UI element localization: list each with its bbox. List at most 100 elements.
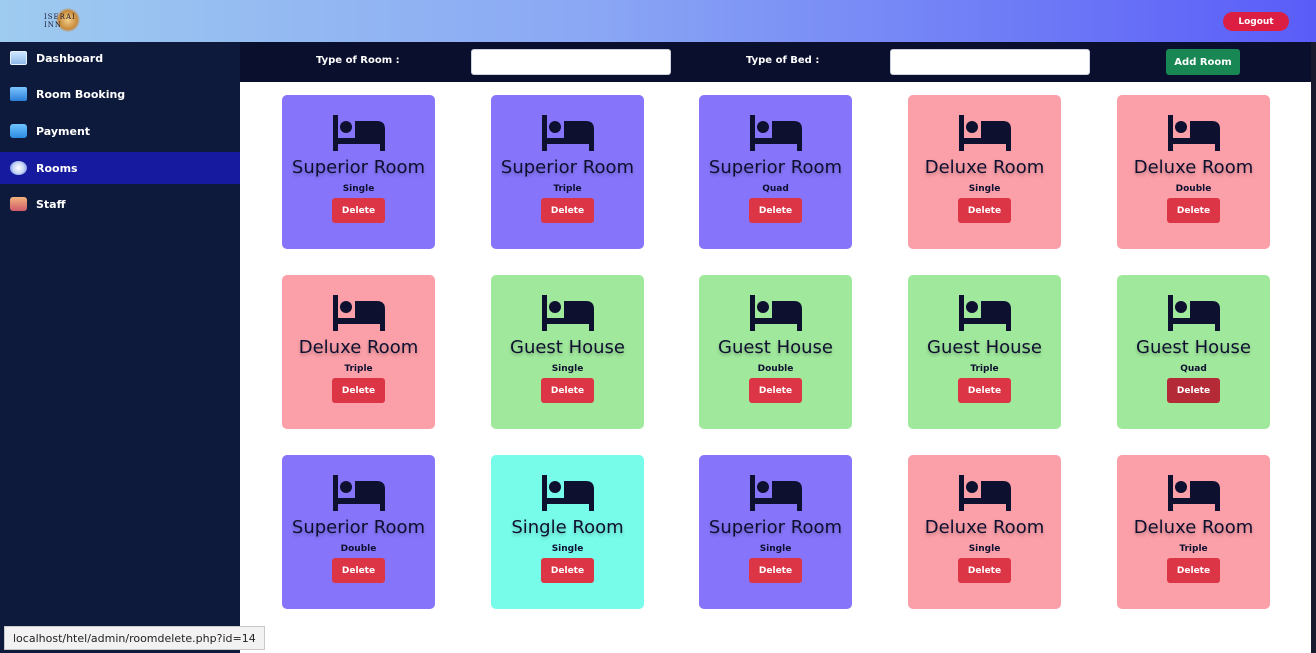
delete-button[interactable]: Delete bbox=[749, 198, 802, 223]
room-card: Superior Room Single Delete bbox=[282, 95, 435, 249]
sidebar-item-label: Rooms bbox=[36, 161, 78, 175]
people-icon bbox=[10, 197, 27, 211]
bed-icon bbox=[540, 293, 596, 333]
laptop-icon bbox=[10, 87, 27, 101]
bed-type-text: Triple bbox=[344, 364, 373, 374]
logout-button[interactable]: Logout bbox=[1223, 12, 1289, 31]
browser-status-url: localhost/htel/admin/roomdelete.php?id=1… bbox=[4, 626, 265, 650]
room-card: Deluxe Room Single Delete bbox=[908, 95, 1061, 249]
monitor-icon bbox=[10, 51, 27, 65]
delete-button[interactable]: Delete bbox=[958, 558, 1011, 583]
sidebar-item-label: Staff bbox=[36, 197, 66, 211]
bed-type-text: Triple bbox=[970, 364, 999, 374]
logo[interactable]: ISERAI INN bbox=[44, 8, 90, 34]
bed-icon bbox=[1166, 113, 1222, 153]
sidebar-item-rooms[interactable]: Rooms bbox=[0, 152, 240, 184]
add-room-button[interactable]: Add Room bbox=[1166, 49, 1240, 75]
delete-button[interactable]: Delete bbox=[541, 198, 594, 223]
bed-type-text: Quad bbox=[762, 184, 789, 194]
delete-button[interactable]: Delete bbox=[749, 378, 802, 403]
delete-button[interactable]: Delete bbox=[332, 378, 385, 403]
bed-type-text: Single bbox=[968, 544, 1001, 554]
bed-type-text: Double bbox=[340, 544, 377, 554]
bed-icon bbox=[1166, 293, 1222, 333]
bed-icon bbox=[331, 293, 387, 333]
sidebar-item-dashboard[interactable]: Dashboard bbox=[0, 42, 240, 74]
bed-icon bbox=[957, 293, 1013, 333]
bed-type-text: Single bbox=[968, 184, 1001, 194]
delete-button[interactable]: Delete bbox=[332, 198, 385, 223]
room-type-title: Guest House bbox=[1136, 337, 1251, 358]
room-type-label: Type of Room : bbox=[316, 55, 400, 66]
delete-button[interactable]: Delete bbox=[541, 378, 594, 403]
delete-button[interactable]: Delete bbox=[958, 378, 1011, 403]
bed-type-text: Single bbox=[759, 544, 792, 554]
delete-button[interactable]: Delete bbox=[541, 558, 594, 583]
room-card: Guest House Double Delete bbox=[699, 275, 852, 429]
room-type-title: Deluxe Room bbox=[924, 517, 1045, 538]
logo-text: ISERAI INN bbox=[44, 13, 76, 29]
bed-icon bbox=[1166, 473, 1222, 513]
bed-type-label: Type of Bed : bbox=[746, 55, 820, 66]
bed-type-text: Triple bbox=[1179, 544, 1208, 554]
room-type-title: Superior Room bbox=[708, 157, 843, 178]
room-type-title: Single Room bbox=[511, 517, 624, 538]
bed-icon bbox=[331, 113, 387, 153]
sidebar-item-label: Room Booking bbox=[36, 87, 126, 101]
bed-icon bbox=[957, 473, 1013, 513]
room-card: Superior Room Triple Delete bbox=[491, 95, 644, 249]
room-type-title: Superior Room bbox=[291, 517, 426, 538]
room-card: Deluxe Room Triple Delete bbox=[282, 275, 435, 429]
delete-button[interactable]: Delete bbox=[749, 558, 802, 583]
sidebar-item-label: Payment bbox=[36, 124, 91, 138]
room-type-title: Guest House bbox=[718, 337, 833, 358]
room-card: Superior Room Single Delete bbox=[699, 455, 852, 609]
room-type-title: Guest House bbox=[927, 337, 1042, 358]
room-type-title: Deluxe Room bbox=[298, 337, 419, 358]
bed-type-text: Quad bbox=[1180, 364, 1207, 374]
room-card: Deluxe Room Triple Delete bbox=[1117, 455, 1270, 609]
bed-type-text: Triple bbox=[553, 184, 582, 194]
delete-button[interactable]: Delete bbox=[1167, 378, 1220, 403]
room-card: Guest House Quad Delete bbox=[1117, 275, 1270, 429]
bed-type-text: Single bbox=[551, 544, 584, 554]
room-card: Guest House Triple Delete bbox=[908, 275, 1061, 429]
delete-button[interactable]: Delete bbox=[958, 198, 1011, 223]
room-card: Deluxe Room Single Delete bbox=[908, 455, 1061, 609]
window-edge bbox=[1311, 42, 1316, 653]
delete-button[interactable]: Delete bbox=[1167, 198, 1220, 223]
bed-type-text: Double bbox=[757, 364, 794, 374]
bed-type-text: Single bbox=[342, 184, 375, 194]
bed-icon bbox=[540, 473, 596, 513]
bed-type-text: Single bbox=[551, 364, 584, 374]
bed-type-text: Double bbox=[1175, 184, 1212, 194]
room-card: Deluxe Room Double Delete bbox=[1117, 95, 1270, 249]
room-card: Single Room Single Delete bbox=[491, 455, 644, 609]
bed-icon bbox=[331, 473, 387, 513]
room-type-title: Superior Room bbox=[500, 157, 635, 178]
bed-type-input[interactable] bbox=[890, 49, 1090, 75]
delete-button[interactable]: Delete bbox=[1167, 558, 1220, 583]
room-type-title: Superior Room bbox=[708, 517, 843, 538]
sidebar-item-label: Dashboard bbox=[36, 51, 104, 65]
room-type-input[interactable] bbox=[471, 49, 671, 75]
top-bar: ISERAI INN Logout bbox=[0, 0, 1316, 42]
room-type-title: Deluxe Room bbox=[1133, 157, 1254, 178]
sidebar-item-staff[interactable]: Staff bbox=[0, 188, 240, 220]
bed-icon bbox=[748, 113, 804, 153]
sidebar-item-room-booking[interactable]: Room Booking bbox=[0, 78, 240, 110]
room-type-title: Deluxe Room bbox=[924, 157, 1045, 178]
delete-button[interactable]: Delete bbox=[332, 558, 385, 583]
globe-icon bbox=[10, 161, 27, 175]
bed-icon bbox=[748, 473, 804, 513]
room-grid: Superior Room Single Delete Superior Room Tr… bbox=[240, 82, 1311, 648]
sidebar-item-payment[interactable]: Payment bbox=[0, 115, 240, 147]
room-card: Superior Room Quad Delete bbox=[699, 95, 852, 249]
add-room-bar: Type of Room : Type of Bed : Add Room bbox=[240, 42, 1316, 82]
bed-icon bbox=[957, 113, 1013, 153]
sidebar: Dashboard Room Booking Payment Rooms Sta… bbox=[0, 42, 240, 653]
room-type-title: Guest House bbox=[510, 337, 625, 358]
room-card: Guest House Single Delete bbox=[491, 275, 644, 429]
room-type-title: Superior Room bbox=[291, 157, 426, 178]
room-type-title: Deluxe Room bbox=[1133, 517, 1254, 538]
